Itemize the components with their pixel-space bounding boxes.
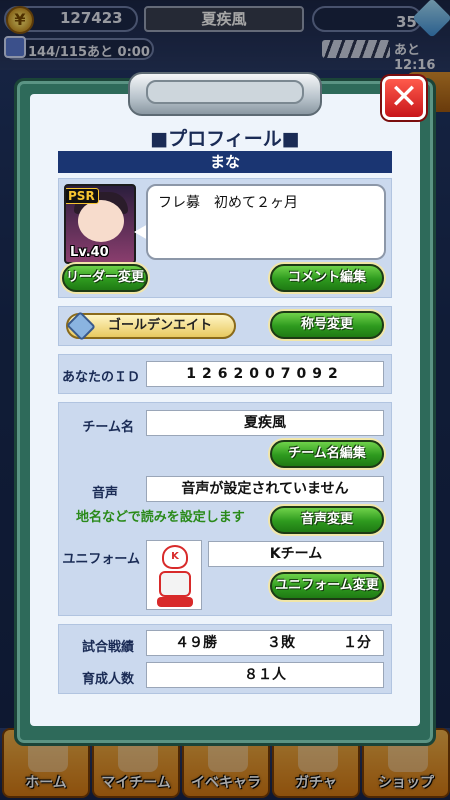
team-name-label: チーム名 — [82, 420, 134, 435]
trained-value: ８１人 — [146, 662, 384, 688]
comment-bubble: フレ募 初めて２ヶ月 — [146, 184, 386, 260]
voice-label: 音声 — [91, 486, 118, 501]
draws: １分 — [343, 635, 371, 651]
record-value: ４９勝 ３敗 １分 — [146, 630, 384, 656]
uniform-label: ユニフォーム — [62, 552, 140, 567]
close-button[interactable]: ✕ — [382, 76, 426, 120]
trained-label: 育成人数 — [81, 672, 134, 687]
leader-change-button[interactable]: リーダー変更 — [62, 264, 148, 292]
clipboard-clip-inner — [146, 80, 304, 104]
uniform-value: Kチーム — [208, 541, 384, 567]
id-value: 1262007092 — [146, 361, 384, 387]
title-change-button[interactable]: 称号変更 — [270, 311, 384, 339]
record-label: 試合戦績 — [81, 640, 134, 655]
team-name-edit-button[interactable]: チーム名編集 — [270, 440, 384, 468]
voice-change-button[interactable]: 音声変更 — [270, 506, 384, 534]
player-name: まな — [58, 151, 392, 173]
uniform-change-button[interactable]: ユニフォーム変更 — [270, 572, 384, 600]
voice-note: 地名などで読みを設定します — [76, 510, 245, 525]
uniform-shirt-icon — [159, 571, 191, 597]
uniform-cap-icon: K — [162, 545, 188, 569]
leader-avatar[interactable]: PSR Lv.40 — [64, 184, 136, 264]
voice-value: 音声が設定されていません — [146, 476, 384, 502]
profile-title: ■プロフィール■ — [150, 128, 300, 150]
uniform-pants-icon — [157, 597, 193, 607]
level-label: Lv.40 — [70, 245, 109, 260]
team-name-value: 夏疾風 — [146, 410, 384, 436]
avatar-face — [78, 200, 124, 242]
losses: ３敗 — [267, 635, 295, 651]
wins: ４９勝 — [175, 635, 217, 651]
id-label: あなたのＩＤ — [61, 370, 140, 385]
uniform-preview: K — [146, 540, 202, 610]
rarity-badge: PSR — [66, 188, 99, 204]
comment-edit-button[interactable]: コメント編集 — [270, 264, 384, 292]
